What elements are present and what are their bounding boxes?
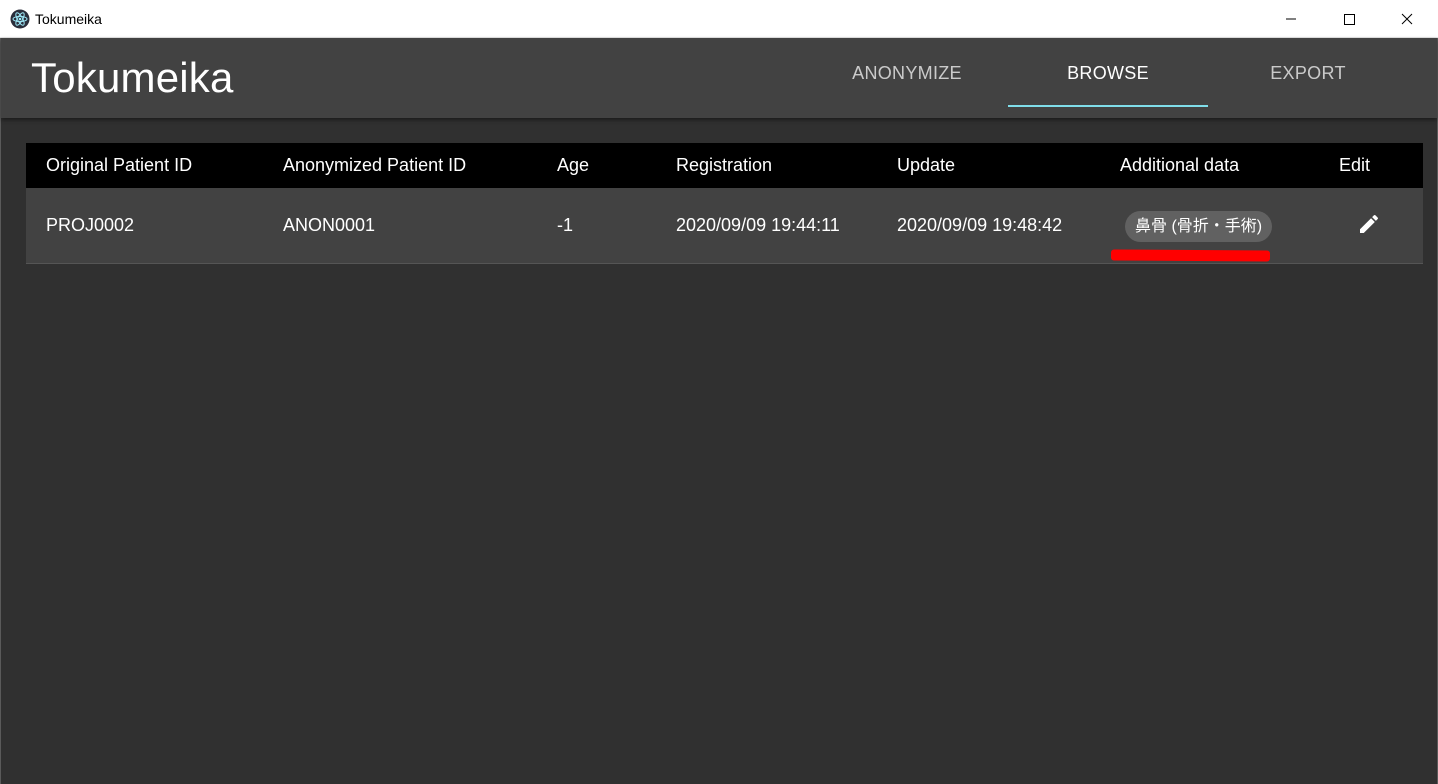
patients-table: Original Patient ID Anonymized Patient I… [26,143,1423,264]
cell-update: 2020/09/09 19:48:42 [897,215,1063,235]
window-border-left [0,38,1,784]
cell-original-id: PROJ0002 [46,215,135,235]
red-annotation-underline [1110,249,1271,262]
additional-data-chip: 鼻骨 (骨折・手術) [1125,211,1273,242]
column-header-edit: Edit [1339,155,1371,175]
electron-atom-icon [10,9,30,29]
app-header: Tokumeika ANONYMIZE BROWSE EXPORT [1,38,1437,118]
column-header-update[interactable]: Update [897,143,955,188]
minimize-icon [1285,13,1297,25]
close-button[interactable] [1378,0,1436,38]
table-header-row: Original Patient ID Anonymized Patient I… [26,143,1423,188]
edit-button[interactable] [1354,211,1384,241]
column-header-registration[interactable]: Registration [676,143,772,188]
close-icon [1401,13,1413,25]
cell-age: -1 [557,215,574,235]
column-header-original-id[interactable]: Original Patient ID [46,143,192,188]
cell-anonymized-id: ANON0001 [283,215,376,235]
cell-registration: 2020/09/09 19:44:11 [676,215,840,235]
brand-title: Tokumeika [31,54,234,101]
maximize-button[interactable] [1320,0,1378,38]
window-title: Tokumeika [35,11,102,27]
tab-export[interactable]: EXPORT [1208,38,1408,108]
maximize-icon [1343,13,1355,25]
window-titlebar: Tokumeika [0,0,1438,38]
minimize-button[interactable] [1262,0,1320,38]
tab-anonymize[interactable]: ANONYMIZE [807,38,1007,108]
pencil-icon [1357,212,1381,241]
tab-browse[interactable]: BROWSE [1008,38,1208,108]
column-header-age[interactable]: Age [557,143,589,188]
column-header-additional-data: Additional data [1120,155,1240,175]
column-header-anonymized-id[interactable]: Anonymized Patient ID [283,143,466,188]
active-tab-indicator [1008,105,1208,107]
